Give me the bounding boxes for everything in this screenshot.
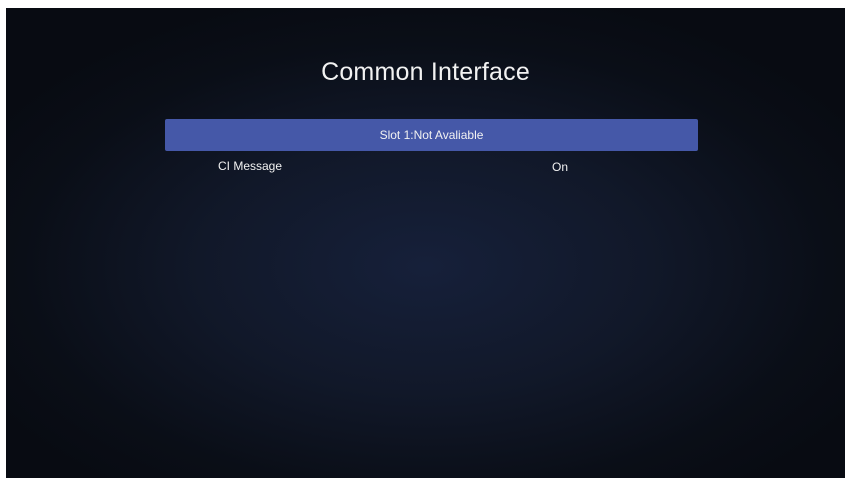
page-title: Common Interface: [321, 58, 530, 86]
slot-1-label: Slot 1:Not Avaliable: [379, 128, 484, 142]
ci-message-label: CI Message: [218, 159, 283, 173]
slot-1-item[interactable]: Slot 1:Not Avaliable: [165, 119, 698, 151]
tv-screen: Common Interface Slot 1:Not Avaliable CI…: [6, 8, 845, 478]
ci-message-item[interactable]: CI Message On: [165, 158, 698, 176]
ci-message-value: On: [552, 160, 569, 174]
